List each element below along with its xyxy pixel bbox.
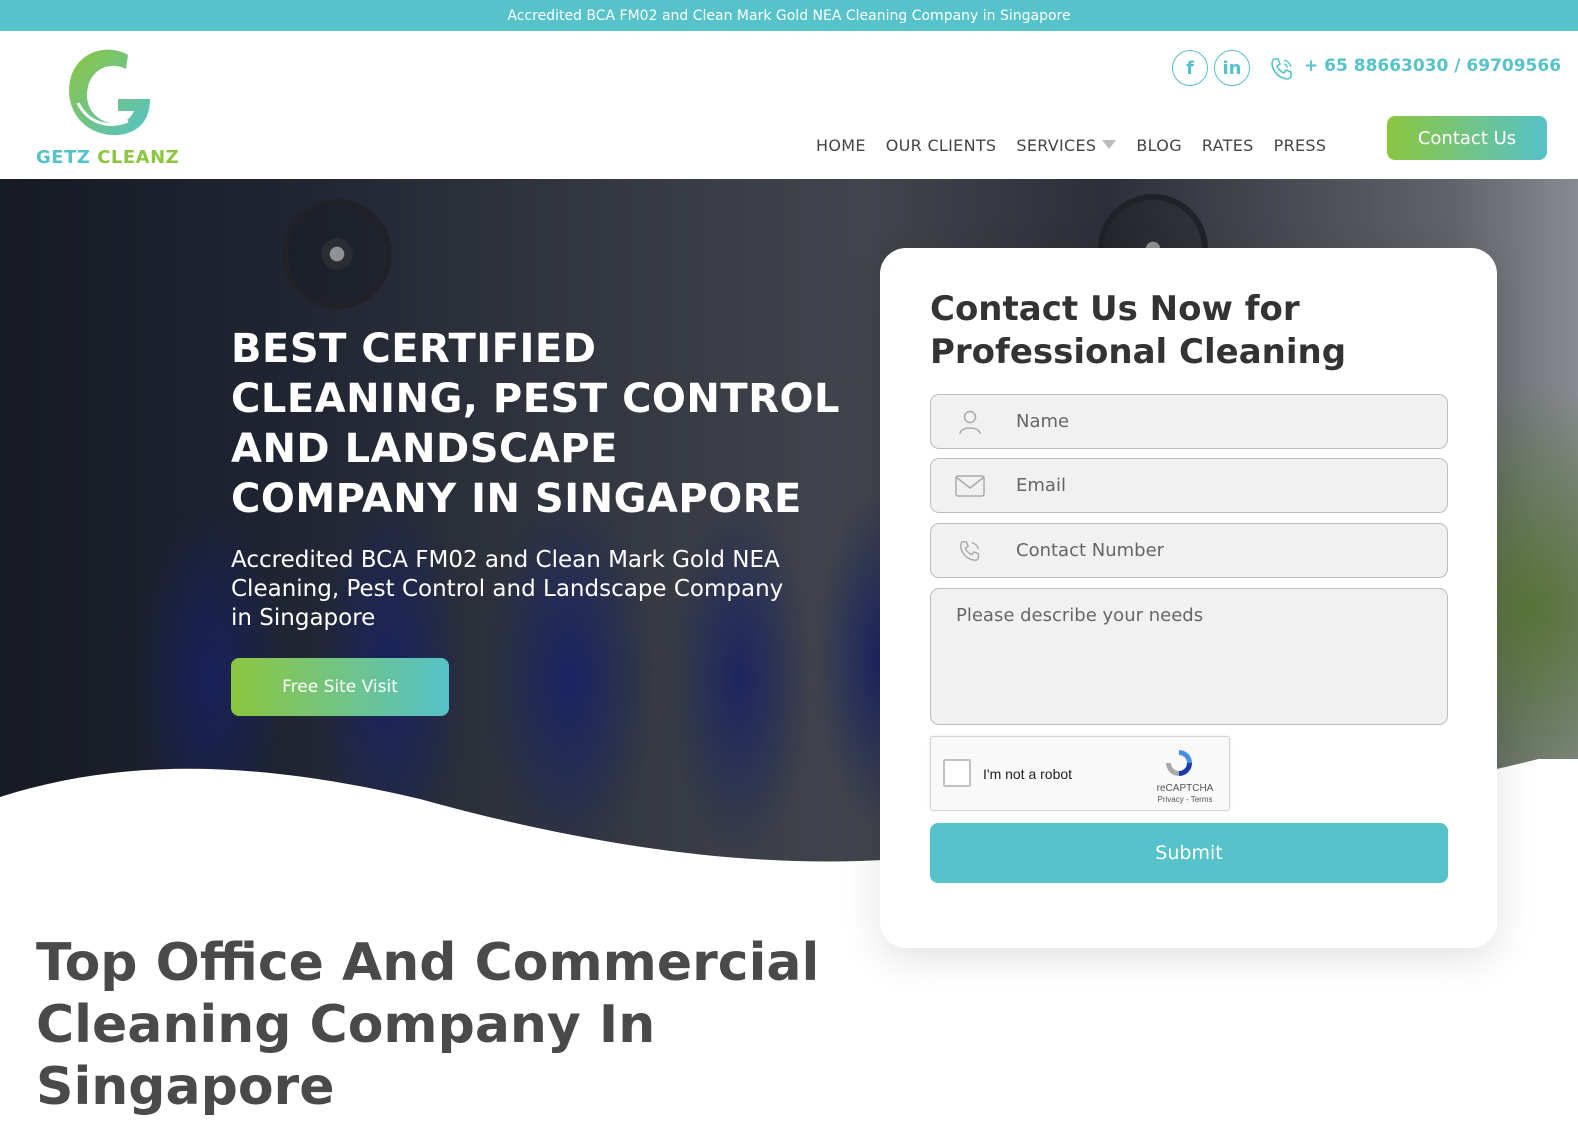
user-icon	[955, 407, 985, 437]
name-input[interactable]	[1016, 411, 1416, 432]
recaptcha-brand: reCAPTCHA	[1156, 783, 1214, 794]
recaptcha-label: I'm not a robot	[983, 766, 1073, 782]
facebook-icon[interactable]: f	[1172, 50, 1208, 86]
contact-number-field[interactable]	[930, 523, 1448, 578]
form-title: Contact Us Now for Professional Cleaning	[930, 289, 1347, 372]
email-field[interactable]	[930, 458, 1448, 513]
phone-number-link[interactable]: + 65 88663030 / 69709566	[1304, 56, 1561, 76]
recaptcha-icon	[1166, 750, 1192, 776]
nav-services[interactable]: SERVICES	[1016, 136, 1117, 155]
logo-text: GETZ CLEANZ	[36, 147, 179, 168]
top-announcement-bar: Accredited BCA FM02 and Clean Mark Gold …	[0, 0, 1578, 31]
linkedin-glyph: in	[1222, 57, 1242, 79]
hero-subtitle: Accredited BCA FM02 and Clean Mark Gold …	[231, 547, 784, 631]
email-input[interactable]	[1016, 475, 1416, 496]
logo-word-getz: GETZ	[36, 147, 91, 168]
phone-icon	[955, 536, 985, 566]
submit-button[interactable]: Submit	[930, 823, 1448, 883]
chevron-down-icon	[1102, 140, 1117, 149]
nav-press[interactable]: PRESS	[1274, 136, 1327, 155]
mail-icon	[955, 471, 985, 501]
contact-us-button[interactable]: Contact Us	[1387, 116, 1547, 160]
linkedin-icon[interactable]: in	[1214, 50, 1250, 86]
logo-word-cleanz: CLEANZ	[97, 147, 180, 168]
hero-title: BEST CERTIFIED CLEANING, PEST CONTROL AN…	[231, 326, 840, 522]
name-field[interactable]	[930, 394, 1448, 449]
site-logo[interactable]: GETZ CLEANZ	[36, 43, 186, 171]
contact-form-card: Contact Us Now for Professional Cleaning…	[880, 248, 1497, 948]
phone-icon	[1271, 58, 1292, 80]
nav-rates[interactable]: RATES	[1202, 136, 1254, 155]
recaptcha-terms-link[interactable]: Privacy - Terms	[1145, 795, 1225, 804]
logo-mark-icon	[69, 49, 150, 136]
contact-number-input[interactable]	[1016, 540, 1416, 561]
nav-home[interactable]: HOME	[816, 136, 866, 155]
announcement-text: Accredited BCA FM02 and Clean Mark Gold …	[507, 7, 1071, 24]
main-navigation: HOME OUR CLIENTS SERVICES BLOG RATES PRE…	[816, 136, 1346, 155]
facebook-glyph: f	[1186, 57, 1194, 79]
needs-textarea[interactable]	[930, 588, 1448, 725]
recaptcha-widget: I'm not a robot reCAPTCHA Privacy - Term…	[930, 736, 1230, 811]
free-site-visit-button[interactable]: Free Site Visit	[231, 658, 449, 716]
nav-blog[interactable]: BLOG	[1136, 136, 1182, 155]
site-header: GETZ CLEANZ f in + 65 88663030 / 6970956…	[0, 31, 1578, 179]
nav-our-clients[interactable]: OUR CLIENTS	[886, 136, 997, 155]
section-heading: Top Office And Commercial Cleaning Compa…	[36, 933, 820, 1117]
nav-services-label: SERVICES	[1016, 136, 1097, 155]
recaptcha-checkbox[interactable]	[943, 759, 971, 787]
